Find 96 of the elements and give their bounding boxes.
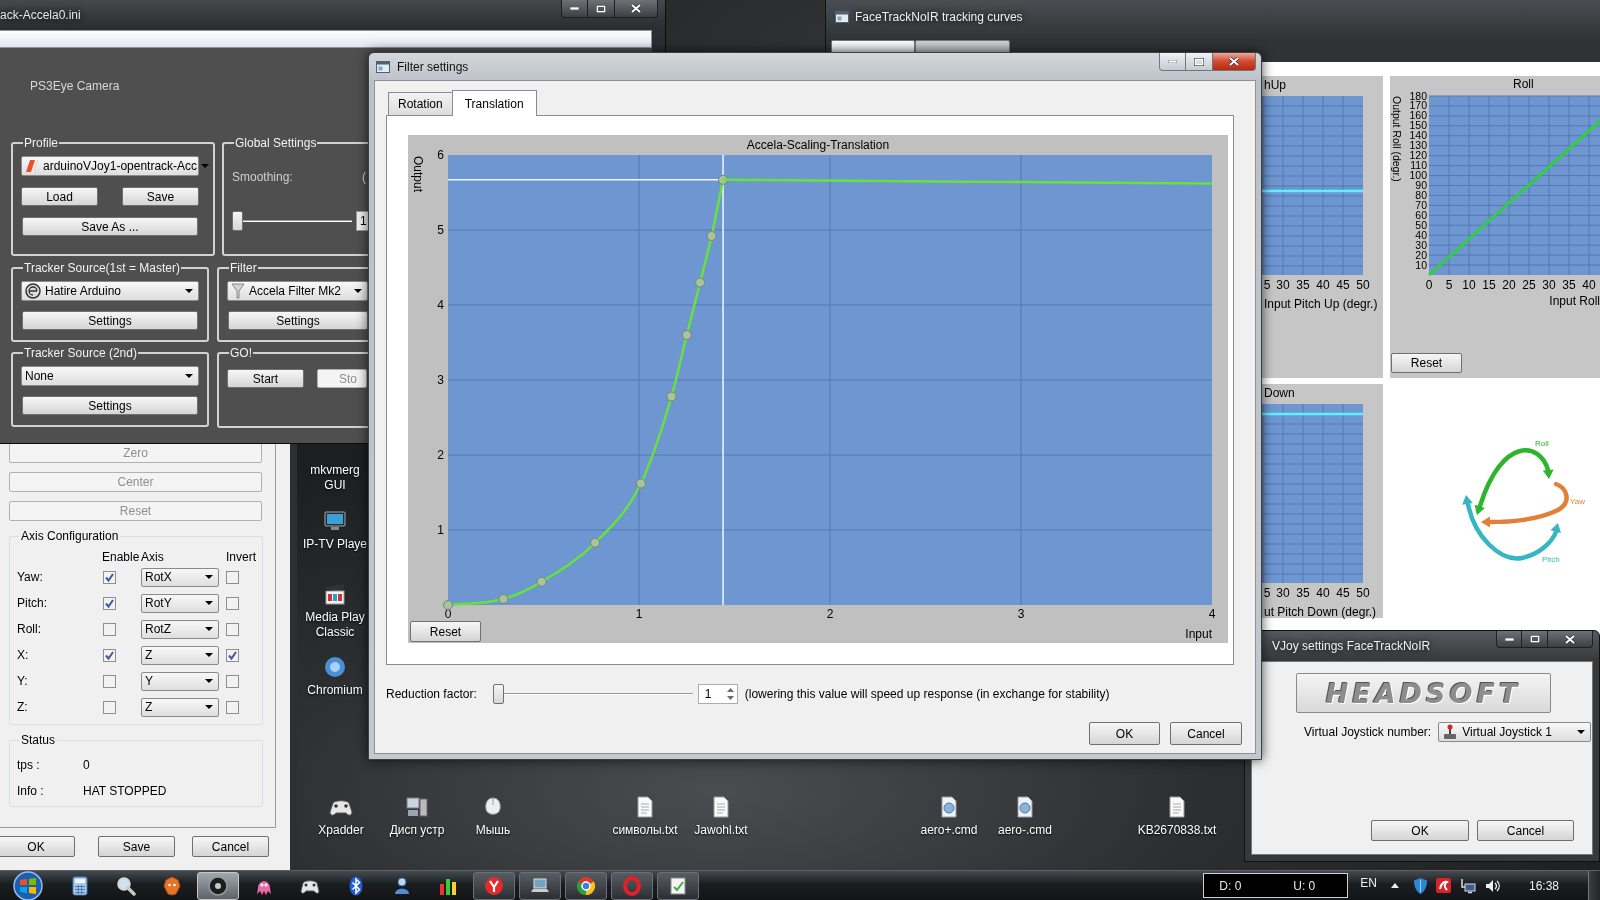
tick-label: 10 [1415, 258, 1427, 271]
axis-title: Input Pitch Up (degr.) [1263, 297, 1378, 311]
tick-label: 15 [1482, 278, 1496, 292]
reduction-label: Reduction factor: [386, 687, 477, 701]
tick-label: 140 [1409, 129, 1427, 142]
tick-label: 70 [1415, 198, 1427, 211]
tick-label: 90 [1415, 179, 1427, 191]
upload-reading: U: 0 [1293, 878, 1316, 893]
status-label: tps : [17, 758, 40, 772]
tick-label: 10 [1462, 278, 1476, 292]
tick-label: 5 [437, 223, 444, 237]
axis-title: Output [411, 156, 425, 193]
tick-label: 50 [1356, 278, 1370, 292]
tick-label: 100 [1409, 169, 1427, 182]
tick-label: 45 [1336, 586, 1350, 600]
row-label: Z: [17, 700, 28, 714]
group-label: Filter [229, 261, 258, 275]
tick-label: 170 [1409, 99, 1427, 112]
arrow-label: Yaw [1570, 497, 1585, 506]
tick-label: 20 [1415, 248, 1427, 261]
window-title: VJoy settings FaceTrackNoIR [1272, 639, 1431, 653]
tick-label: 5 [1263, 278, 1271, 292]
row-label: Roll: [17, 622, 41, 636]
tick-label: 1 [437, 523, 444, 537]
tick-label: 0 [444, 607, 452, 620]
tick-label: 25 [1522, 278, 1536, 292]
column-header: Enable [102, 550, 140, 564]
column-header: Invert [226, 550, 256, 564]
status-value: 0 [83, 758, 90, 772]
tick-label: 1 [635, 607, 643, 620]
tick-label: 0 [1425, 278, 1433, 292]
smoothing-label: Smoothing: [232, 170, 293, 184]
group-label: Tracker Source(1st = Master) [23, 261, 181, 275]
tick-label: 35 [1562, 278, 1576, 292]
joystick-label: Virtual Joystick number: [1304, 725, 1432, 739]
tick-label: 5 [1445, 278, 1453, 292]
group-label: Axis Configuration [20, 529, 120, 543]
window-title: ack-Accela0.ini [0, 7, 81, 22]
tick-label: 160 [1409, 109, 1427, 122]
axis-title: Input [1185, 626, 1212, 641]
tick-label: 30 [1276, 278, 1290, 292]
tick-label: 130 [1409, 139, 1427, 152]
tick-label: 110 [1410, 159, 1427, 172]
tick-label: 3 [437, 373, 444, 387]
column-header: Axis [141, 550, 164, 564]
group-label: Profile [23, 136, 59, 150]
tick-label: 40 [1582, 278, 1596, 292]
tick-label: 30 [1276, 586, 1290, 600]
tick-label: 40 [1415, 228, 1427, 241]
row-label: X: [17, 648, 29, 662]
tick-label: 2 [826, 607, 834, 620]
group-label: Status [20, 733, 57, 747]
tick-label: 30 [1542, 278, 1556, 292]
axis-title: Output Roll (degr.) [1391, 96, 1403, 182]
tick-label: 50 [1356, 586, 1370, 600]
tick-label: 4 [1208, 607, 1216, 620]
arrow-label: Pitch [1542, 555, 1560, 564]
tick-label: 60 [1415, 208, 1427, 221]
window-title: Filter settings [397, 59, 469, 74]
row-label: Yaw: [17, 570, 43, 584]
tick-label: 35 [1296, 586, 1310, 600]
group-label: GO! [229, 346, 253, 360]
tick-label: 4 [437, 298, 444, 312]
tick-label: 35 [1296, 278, 1310, 292]
tick-label: 30 [1415, 238, 1427, 251]
group-label: Global Settings [234, 136, 318, 150]
tick-label: 2 [437, 448, 444, 462]
tick-label: 80 [1415, 188, 1427, 201]
tick-label: 40 [1316, 278, 1330, 292]
status-value: HAT STOPPED [83, 784, 167, 798]
tick-label: 150 [1409, 119, 1427, 132]
axis-title: ut Pitch Down (degr.) [1263, 605, 1377, 619]
hint-text: (lowering this value will speed up response (in exchange for stability) [744, 687, 1110, 701]
tick-label: 120 [1409, 149, 1427, 162]
row-label: Y: [17, 674, 28, 688]
tick-label: 180 [1409, 90, 1427, 102]
tick-label: 45 [1336, 278, 1350, 292]
window-title: FaceTrackNoIR tracking curves [855, 10, 1023, 24]
status-label: Info : [17, 784, 44, 798]
chart-title: Roll [1512, 76, 1534, 90]
group-label: Tracker Source (2nd) [23, 346, 138, 360]
chart-title: Down [1263, 385, 1295, 402]
arrow-label: Roll [1535, 439, 1549, 448]
tick-label: 3 [1017, 607, 1025, 620]
tick-label: 6 [437, 148, 444, 162]
camera-label: PS3Eye Camera [30, 79, 120, 93]
download-reading: D: 0 [1219, 878, 1242, 893]
tick-label: 5 [1263, 586, 1271, 600]
tick-label: 50 [1415, 218, 1427, 231]
unit-label: ( [362, 170, 366, 184]
chart-title: Accela-Scaling-Translation [746, 138, 890, 152]
row-label: Pitch: [17, 596, 47, 610]
tick-label: 40 [1316, 586, 1330, 600]
axis-title: Input Roll [1549, 294, 1600, 308]
tick-label: 20 [1502, 278, 1516, 292]
chart-title: hUp [1263, 77, 1286, 94]
